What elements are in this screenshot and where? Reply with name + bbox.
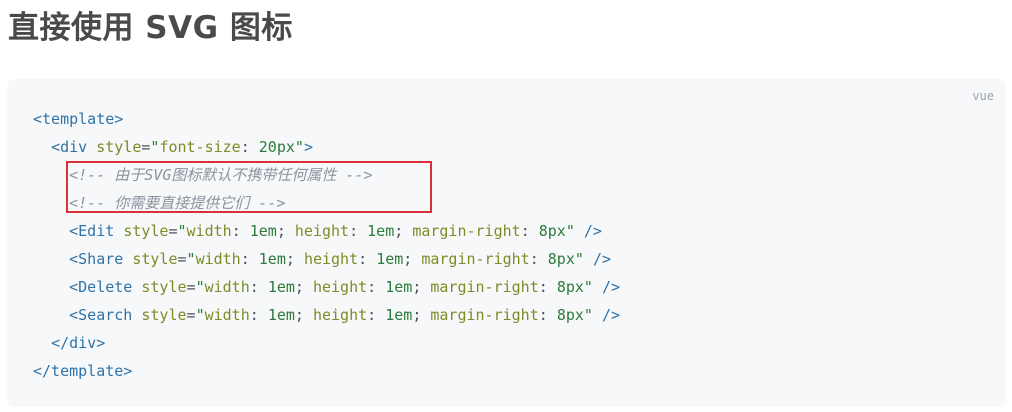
code-string: " [294, 138, 304, 156]
code-tag: </div> [51, 334, 106, 352]
code-attribute: style [141, 278, 187, 296]
code-comment: <!-- 你需要直接提供它们 --> [69, 194, 286, 212]
code-line: <Search style="width: 1em; height: 1em; … [33, 301, 620, 329]
code-css-prop: height [312, 278, 368, 296]
code-content: <template> <div style="font-size: 20px">… [33, 105, 620, 385]
code-attribute: style [132, 250, 178, 268]
code-comment: <!-- 由于SVG图标默认不携带任何属性 --> [69, 166, 373, 184]
code-string: " [583, 306, 593, 324]
code-tag: <Search [69, 306, 133, 324]
code-punct: = [177, 250, 187, 268]
code-punct: : [240, 250, 250, 268]
code-punct: : [249, 306, 259, 324]
code-css-value: 8px [547, 250, 575, 268]
code-css-prop: height [294, 222, 350, 240]
code-punct: : [520, 222, 530, 240]
code-css-value: 1em [267, 278, 295, 296]
code-tag: /> [583, 222, 602, 240]
code-tag: <Delete [69, 278, 133, 296]
code-tag: > [303, 138, 313, 156]
code-css-prop: width [204, 278, 250, 296]
code-css-prop: margin-right [430, 278, 539, 296]
code-string: " [195, 306, 205, 324]
code-punct: : [529, 250, 539, 268]
code-line: <Share style="width: 1em; height: 1em; m… [33, 245, 620, 273]
code-tag: /> [592, 250, 611, 268]
code-css-prop: width [204, 306, 250, 324]
code-line: <Edit style="width: 1em; height: 1em; ma… [33, 217, 620, 245]
code-line: </template> [33, 357, 620, 385]
code-css-value: 20px [258, 138, 295, 156]
code-css-value: 8px [538, 222, 566, 240]
code-css-prop: margin-right [412, 222, 521, 240]
code-punct: ; [276, 222, 286, 240]
code-css-value: 8px [556, 306, 584, 324]
code-punct: : [349, 222, 359, 240]
code-tag: <Share [69, 250, 124, 268]
code-css-value: 1em [258, 250, 286, 268]
code-css-value: 1em [249, 222, 277, 240]
code-string: " [186, 250, 196, 268]
code-attribute: style [123, 222, 169, 240]
code-line: <Delete style="width: 1em; height: 1em; … [33, 273, 620, 301]
code-line: </div> [33, 329, 620, 357]
code-css-prop: height [303, 250, 359, 268]
code-punct: : [231, 222, 241, 240]
code-language-label: vue [972, 89, 994, 103]
code-block: vue <template> <div style="font-size: 20… [7, 79, 1006, 407]
code-css-value: 1em [376, 250, 404, 268]
code-css-value: 1em [267, 306, 295, 324]
code-punct: ; [394, 222, 404, 240]
code-punct: : [367, 306, 377, 324]
code-line: <template> [33, 105, 620, 133]
code-css-prop: margin-right [421, 250, 530, 268]
code-css-value: 1em [385, 306, 413, 324]
code-punct: : [538, 306, 548, 324]
code-string: " [195, 278, 205, 296]
code-punct: = [168, 222, 178, 240]
code-css-value: 1em [367, 222, 395, 240]
code-tag: <Edit [69, 222, 115, 240]
code-css-prop: height [312, 306, 368, 324]
code-line: <div style="font-size: 20px"> [33, 133, 620, 161]
code-punct: ; [403, 250, 413, 268]
code-punct: ; [412, 306, 422, 324]
code-string: " [177, 222, 187, 240]
code-css-prop: width [186, 222, 232, 240]
code-tag: </template> [33, 362, 133, 380]
code-css-prop: font-size [159, 138, 241, 156]
code-punct: ; [412, 278, 422, 296]
code-punct: : [240, 138, 250, 156]
page-title: 直接使用 SVG 图标 [8, 10, 293, 46]
code-string: " [574, 250, 584, 268]
code-punct: : [358, 250, 368, 268]
code-punct: ; [294, 306, 304, 324]
code-punct: = [186, 306, 196, 324]
code-tag: <div [51, 138, 88, 156]
code-tag: /> [601, 278, 621, 296]
code-tag: <template> [33, 110, 124, 128]
code-punct: = [186, 278, 196, 296]
code-punct: : [367, 278, 377, 296]
code-css-value: 1em [385, 278, 413, 296]
code-string: " [583, 278, 593, 296]
code-css-prop: margin-right [430, 306, 539, 324]
code-punct: : [249, 278, 259, 296]
code-line: <!-- 由于SVG图标默认不携带任何属性 --> [33, 161, 620, 189]
code-tag: /> [601, 306, 621, 324]
code-attribute: style [141, 306, 187, 324]
code-css-value: 8px [556, 278, 584, 296]
code-attribute: style [96, 138, 142, 156]
code-punct: : [538, 278, 548, 296]
code-punct: ; [285, 250, 295, 268]
code-line: <!-- 你需要直接提供它们 --> [33, 189, 620, 217]
code-punct: ; [294, 278, 304, 296]
code-css-prop: width [195, 250, 241, 268]
code-string: " [565, 222, 575, 240]
